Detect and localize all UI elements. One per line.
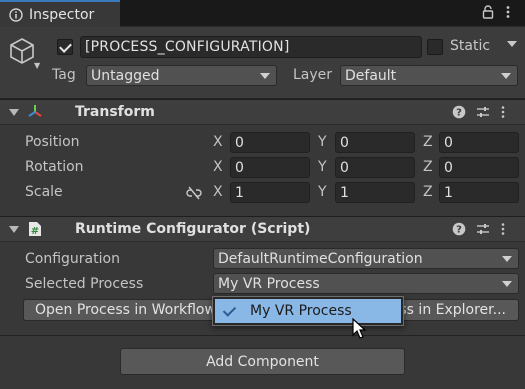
help-icon[interactable]: ? bbox=[452, 222, 466, 236]
help-icon[interactable]: ? bbox=[452, 105, 466, 119]
scale-y-field[interactable]: 1 bbox=[335, 182, 415, 203]
position-y-field[interactable]: 0 bbox=[335, 132, 415, 153]
tab-title: Inspector bbox=[29, 6, 95, 23]
scale-x-field[interactable]: 1 bbox=[230, 182, 310, 203]
axis-z-label: Z bbox=[423, 159, 433, 175]
presets-icon[interactable] bbox=[476, 222, 490, 236]
transform-header[interactable]: Transform ? bbox=[0, 99, 525, 125]
scale-z-field[interactable]: 1 bbox=[439, 182, 519, 203]
more-vertical-icon[interactable] bbox=[505, 5, 511, 19]
process-popup-menu: My VR Process bbox=[212, 296, 404, 326]
axis-x-label: X bbox=[213, 134, 223, 150]
selected-process-label: Selected Process bbox=[25, 276, 144, 292]
configuration-value: DefaultRuntimeConfiguration bbox=[218, 250, 423, 267]
chevron-down-icon bbox=[502, 281, 512, 287]
rotation-label: Rotation bbox=[25, 159, 84, 175]
chevron-down-icon bbox=[502, 256, 512, 262]
csharp-script-icon: # bbox=[29, 222, 41, 237]
transform-title: Transform bbox=[75, 104, 155, 120]
popup-item-label: My VR Process bbox=[250, 303, 352, 319]
layer-value: Default bbox=[345, 67, 397, 84]
checkmark-icon bbox=[222, 303, 237, 317]
tab-bar: Inspector bbox=[0, 0, 525, 27]
info-icon bbox=[9, 7, 23, 22]
open-in-workflow-label: Open Process in Workflow bbox=[35, 302, 216, 318]
runtime-configurator-header[interactable]: # Runtime Configurator (Script) ? bbox=[0, 216, 525, 242]
selected-process-dropdown[interactable]: My VR Process bbox=[213, 273, 519, 294]
configuration-dropdown[interactable]: DefaultRuntimeConfiguration bbox=[213, 248, 519, 269]
constrain-proportions-icon[interactable] bbox=[186, 186, 202, 200]
static-label: Static bbox=[450, 38, 491, 54]
position-x-field[interactable]: 0 bbox=[230, 132, 310, 153]
presets-icon[interactable] bbox=[476, 105, 490, 119]
axis-x-label: X bbox=[213, 184, 223, 200]
tag-value: Untagged bbox=[91, 67, 160, 84]
more-vertical-icon[interactable] bbox=[500, 222, 506, 236]
position-z-field[interactable]: 0 bbox=[439, 132, 519, 153]
lock-icon[interactable] bbox=[482, 5, 494, 19]
axis-y-label: Y bbox=[318, 159, 327, 175]
axis-y-label: Y bbox=[318, 134, 327, 150]
tag-dropdown[interactable]: Untagged bbox=[86, 65, 277, 86]
popup-item-my-vr-process[interactable]: My VR Process bbox=[215, 299, 401, 323]
gameobject-header: ▼ [PROCESS_CONFIGURATION] Static Tag Unt… bbox=[0, 27, 525, 99]
mouse-cursor-icon bbox=[352, 318, 366, 339]
configuration-label: Configuration bbox=[25, 251, 120, 267]
foldout-icon[interactable] bbox=[9, 109, 19, 116]
icon-dropdown-caret-icon[interactable]: ▼ bbox=[34, 61, 40, 70]
runtime-configurator-title: Runtime Configurator (Script) bbox=[75, 221, 311, 237]
rotation-z-field[interactable]: 0 bbox=[439, 157, 519, 178]
more-vertical-icon[interactable] bbox=[500, 105, 506, 119]
tag-label: Tag bbox=[52, 67, 76, 83]
axis-z-label: Z bbox=[423, 134, 433, 150]
static-checkbox[interactable] bbox=[427, 39, 443, 55]
rotation-y-field[interactable]: 0 bbox=[335, 157, 415, 178]
rotation-x-field[interactable]: 0 bbox=[230, 157, 310, 178]
position-label: Position bbox=[25, 134, 80, 150]
axis-x-label: X bbox=[213, 159, 223, 175]
transform-body: Position X 0 Y 0 Z 0 Rotation X 0 Y 0 Z … bbox=[0, 125, 525, 215]
svg-text:?: ? bbox=[456, 225, 462, 236]
add-component-label: Add Component bbox=[206, 353, 319, 370]
svg-text:?: ? bbox=[456, 108, 462, 119]
transform-axes-icon bbox=[28, 105, 42, 117]
selected-process-value: My VR Process bbox=[218, 275, 320, 292]
chevron-down-icon bbox=[260, 73, 270, 79]
layer-dropdown[interactable]: Default bbox=[340, 65, 518, 86]
cube-icon[interactable] bbox=[8, 37, 36, 65]
add-component-button[interactable]: Add Component bbox=[120, 348, 405, 375]
layer-label: Layer bbox=[293, 67, 333, 83]
chevron-down-icon bbox=[501, 73, 511, 79]
foldout-icon[interactable] bbox=[9, 226, 19, 233]
active-checkbox[interactable] bbox=[57, 39, 73, 55]
static-dropdown-icon[interactable] bbox=[507, 41, 517, 47]
axis-y-label: Y bbox=[318, 184, 327, 200]
tab-inspector[interactable]: Inspector bbox=[0, 0, 120, 27]
gameobject-name-field[interactable]: [PROCESS_CONFIGURATION] bbox=[80, 36, 422, 58]
axis-z-label: Z bbox=[423, 184, 433, 200]
svg-text:#: # bbox=[31, 226, 39, 237]
scale-label: Scale bbox=[25, 184, 63, 200]
